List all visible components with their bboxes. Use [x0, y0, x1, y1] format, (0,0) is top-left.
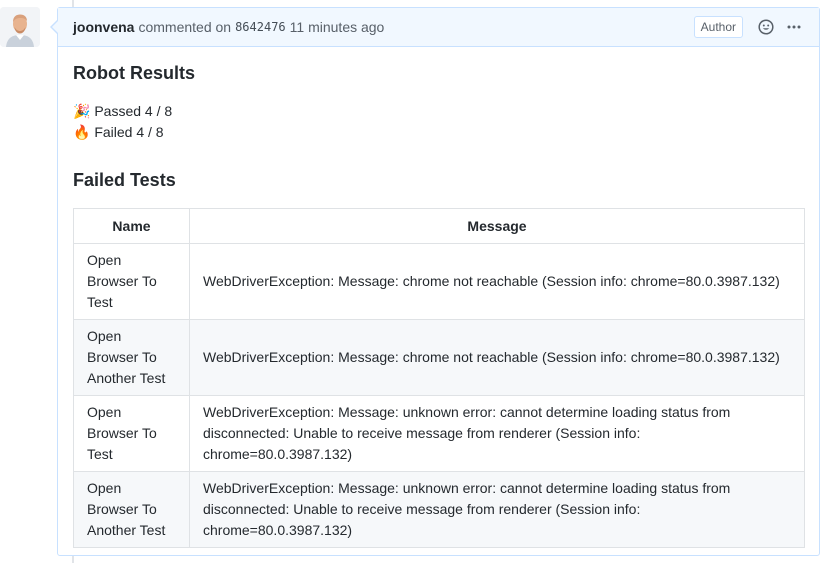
column-header-name: Name: [73, 208, 190, 244]
failed-label: Failed 4 / 8: [94, 123, 164, 140]
author-badge: Author: [693, 16, 743, 38]
test-message-cell: WebDriverException: Message: chrome not …: [189, 319, 805, 396]
table-header-row: Name Message: [73, 208, 805, 244]
test-message-cell: WebDriverException: Message: unknown err…: [189, 395, 805, 472]
table-row: Open Browser To Another Test WebDriverEx…: [73, 319, 805, 396]
avatar-image: [0, 7, 40, 47]
comment-author[interactable]: joonvena: [73, 19, 134, 35]
kebab-icon[interactable]: [785, 18, 803, 36]
failed-tests-table: Name Message Open Browser To Test WebDri…: [73, 208, 805, 548]
test-name-cell: Open Browser To Test: [73, 243, 190, 320]
fire-icon: 🔥: [73, 123, 91, 140]
comment-action: commented on: [138, 19, 232, 35]
comment-time[interactable]: 11 minutes ago: [290, 19, 385, 35]
table-row: Open Browser To Another Test WebDriverEx…: [73, 471, 805, 548]
robot-results-heading: Robot Results: [73, 63, 196, 83]
smiley-icon[interactable]: [757, 18, 775, 36]
passed-label: Passed 4 / 8: [94, 102, 173, 119]
comment-header: joonvena commented on 8642476 11 minutes…: [58, 8, 819, 47]
comment-body: Robot Results 🎉 Passed 4 / 8 🔥 Failed 4 …: [58, 47, 819, 548]
user-avatar[interactable]: [0, 7, 40, 47]
test-message-cell: WebDriverException: Message: chrome not …: [189, 243, 805, 320]
party-popper-icon: 🎉: [73, 102, 91, 119]
failed-tests-heading: Failed Tests: [73, 169, 176, 190]
commit-sha[interactable]: 8642476: [235, 20, 286, 34]
test-message-cell: WebDriverException: Message: unknown err…: [189, 471, 805, 548]
passed-summary: 🎉 Passed 4 / 8: [73, 101, 804, 122]
column-header-message: Message: [189, 208, 805, 244]
failed-summary: 🔥 Failed 4 / 8: [73, 122, 804, 143]
test-name-cell: Open Browser To Another Test: [73, 471, 190, 548]
table-row: Open Browser To Test WebDriverException:…: [73, 395, 805, 472]
comment-box: joonvena commented on 8642476 11 minutes…: [50, 7, 820, 556]
test-name-cell: Open Browser To Test: [73, 395, 190, 472]
table-row: Open Browser To Test WebDriverException:…: [73, 243, 805, 320]
test-name-cell: Open Browser To Another Test: [73, 319, 190, 396]
